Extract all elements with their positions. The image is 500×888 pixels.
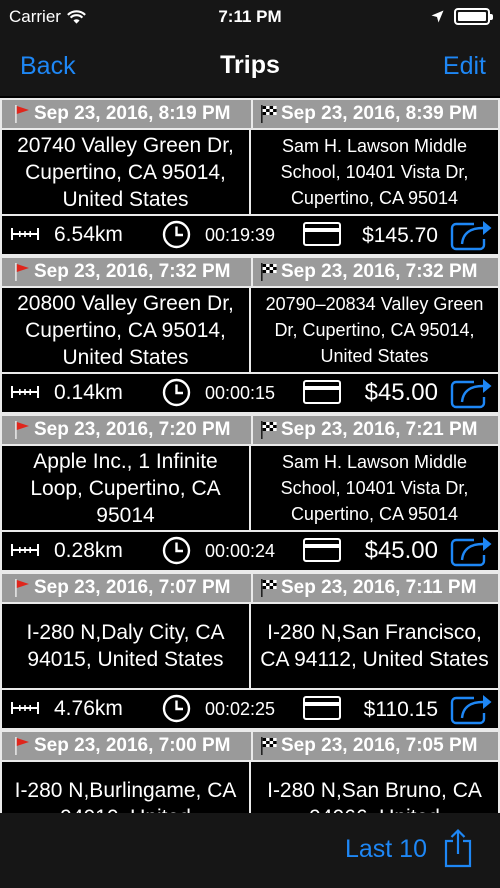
- trip-start-address: I-280 N,Daly City, CA 94015, United Stat…: [2, 604, 251, 688]
- trip-duration: 00:00:24: [205, 541, 276, 561]
- clock-icon: [162, 220, 191, 249]
- checkered-flag-icon: [261, 737, 277, 755]
- distance-icon: [11, 702, 39, 714]
- trip-row[interactable]: Sep 23, 2016, 8:19 PM Sep 23, 2016, 8:39…: [0, 98, 500, 256]
- share-icon[interactable]: [450, 376, 494, 409]
- red-flag-icon: [15, 579, 29, 597]
- trip-addresses: 20740 Valley Green Dr, Cupertino, CA 950…: [0, 130, 500, 214]
- clock-icon: [162, 536, 191, 565]
- red-flag-icon: [15, 737, 29, 755]
- trip-end-address: Sam H. Lawson Middle School, 10401 Vista…: [280, 452, 469, 524]
- share-icon[interactable]: [444, 828, 472, 868]
- trip-duration: 00:00:15: [205, 383, 276, 403]
- red-flag-icon: [15, 105, 29, 123]
- trip-start-address: Apple Inc., 1 Infinite Loop, Cupertino, …: [2, 446, 251, 530]
- trip-duration: 00:02:25: [205, 699, 276, 719]
- trip-end-time: Sep 23, 2016, 7:21 PM: [281, 419, 478, 440]
- distance-icon: [11, 228, 39, 240]
- trip-start-address: 20800 Valley Green Dr, Cupertino, CA 950…: [2, 288, 251, 372]
- trip-header: Sep 23, 2016, 7:20 PM Sep 23, 2016, 7:21…: [0, 414, 500, 446]
- trip-start-time: Sep 23, 2016, 7:00 PM: [34, 735, 231, 756]
- trip-header: Sep 23, 2016, 7:32 PM Sep 23, 2016, 7:32…: [0, 256, 500, 288]
- trip-cost: $145.70: [362, 224, 438, 247]
- trip-distance: 4.76km: [54, 697, 123, 720]
- trip-end-address: Sam H. Lawson Middle School, 10401 Vista…: [280, 136, 469, 208]
- card-icon: [303, 696, 341, 720]
- share-icon[interactable]: [450, 534, 494, 567]
- share-icon[interactable]: [450, 692, 494, 725]
- trip-addresses: Apple Inc., 1 Infinite Loop, Cupertino, …: [0, 446, 500, 530]
- trip-end-time: Sep 23, 2016, 7:32 PM: [281, 261, 478, 282]
- trip-addresses: 20800 Valley Green Dr, Cupertino, CA 950…: [0, 288, 500, 372]
- share-icon[interactable]: [450, 218, 494, 251]
- trip-header: Sep 23, 2016, 7:00 PM Sep 23, 2016, 7:05…: [0, 730, 500, 762]
- trip-row[interactable]: Sep 23, 2016, 7:07 PM Sep 23, 2016, 7:11…: [0, 572, 500, 730]
- trip-addresses: I-280 N,Daly City, CA 94015, United Stat…: [0, 604, 500, 688]
- status-time: 7:11 PM: [218, 7, 282, 26]
- card-icon: [303, 222, 341, 246]
- clock-icon: [162, 694, 191, 723]
- battery-icon: [454, 8, 493, 25]
- trip-stats: 0.14km 00:00:15 $45.00: [0, 372, 500, 414]
- distance-icon: [11, 544, 39, 556]
- trip-header: Sep 23, 2016, 8:19 PM Sep 23, 2016, 8:39…: [0, 98, 500, 130]
- trip-start-address: I-280 N,Burlingame, CA 94010, United: [2, 762, 251, 813]
- trip-cost: $45.00: [364, 537, 438, 564]
- trip-list[interactable]: Sep 23, 2016, 8:19 PM Sep 23, 2016, 8:39…: [0, 98, 500, 813]
- trip-addresses: I-280 N,Burlingame, CA 94010, United I-2…: [0, 762, 500, 813]
- edit-button[interactable]: Edit: [443, 52, 486, 81]
- location-arrow-icon: [431, 10, 444, 23]
- card-icon: [303, 538, 341, 562]
- trip-distance: 0.28km: [54, 539, 123, 562]
- trip-stats: 6.54km 00:19:39 $145.70: [0, 214, 500, 256]
- trip-distance: 6.54km: [54, 223, 123, 246]
- trip-end-time: Sep 23, 2016, 8:39 PM: [281, 103, 478, 124]
- trip-start-address: 20740 Valley Green Dr, Cupertino, CA 950…: [2, 130, 251, 214]
- checkered-flag-icon: [261, 579, 277, 597]
- checkered-flag-icon: [261, 263, 277, 281]
- trip-end-address: I-280 N,San Bruno, CA 94066, United: [267, 779, 482, 813]
- trip-stats: 0.28km 00:00:24 $45.00: [0, 530, 500, 572]
- trip-row[interactable]: Sep 23, 2016, 7:00 PM Sep 23, 2016, 7:05…: [0, 730, 500, 813]
- bottom-toolbar: Last 10: [0, 813, 500, 888]
- trip-duration: 00:19:39: [205, 225, 276, 245]
- trip-stats: 4.76km 00:02:25 $110.15: [0, 688, 500, 730]
- trip-end-address: I-280 N,San Francisco, CA 94112, United …: [260, 621, 489, 671]
- red-flag-icon: [15, 263, 29, 281]
- card-icon: [303, 380, 341, 404]
- trip-start-time: Sep 23, 2016, 8:19 PM: [34, 103, 231, 124]
- checkered-flag-icon: [261, 421, 277, 439]
- trip-end-time: Sep 23, 2016, 7:11 PM: [281, 577, 477, 598]
- page-title: Trips: [220, 51, 280, 79]
- trip-end-time: Sep 23, 2016, 7:05 PM: [281, 735, 478, 756]
- distance-icon: [11, 386, 39, 398]
- navigation-bar: Back Trips Edit: [0, 36, 500, 96]
- last-10-button[interactable]: Last 10: [345, 835, 427, 864]
- trip-distance: 0.14km: [54, 381, 123, 404]
- trip-cost: $45.00: [364, 379, 438, 406]
- trip-start-time: Sep 23, 2016, 7:20 PM: [34, 419, 231, 440]
- status-bar: Carrier 7:11 PM: [0, 0, 500, 36]
- trip-start-time: Sep 23, 2016, 7:07 PM: [34, 577, 231, 598]
- clock-icon: [162, 378, 191, 407]
- trip-end-address: 20790–20834 Valley Green Dr, Cupertino, …: [265, 294, 484, 366]
- trip-cost: $110.15: [363, 698, 438, 721]
- trip-start-time: Sep 23, 2016, 7:32 PM: [34, 261, 231, 282]
- checkered-flag-icon: [261, 105, 277, 123]
- trip-header: Sep 23, 2016, 7:07 PM Sep 23, 2016, 7:11…: [0, 572, 500, 604]
- trip-row[interactable]: Sep 23, 2016, 7:20 PM Sep 23, 2016, 7:21…: [0, 414, 500, 572]
- red-flag-icon: [15, 421, 29, 439]
- trip-row[interactable]: Sep 23, 2016, 7:32 PM Sep 23, 2016, 7:32…: [0, 256, 500, 414]
